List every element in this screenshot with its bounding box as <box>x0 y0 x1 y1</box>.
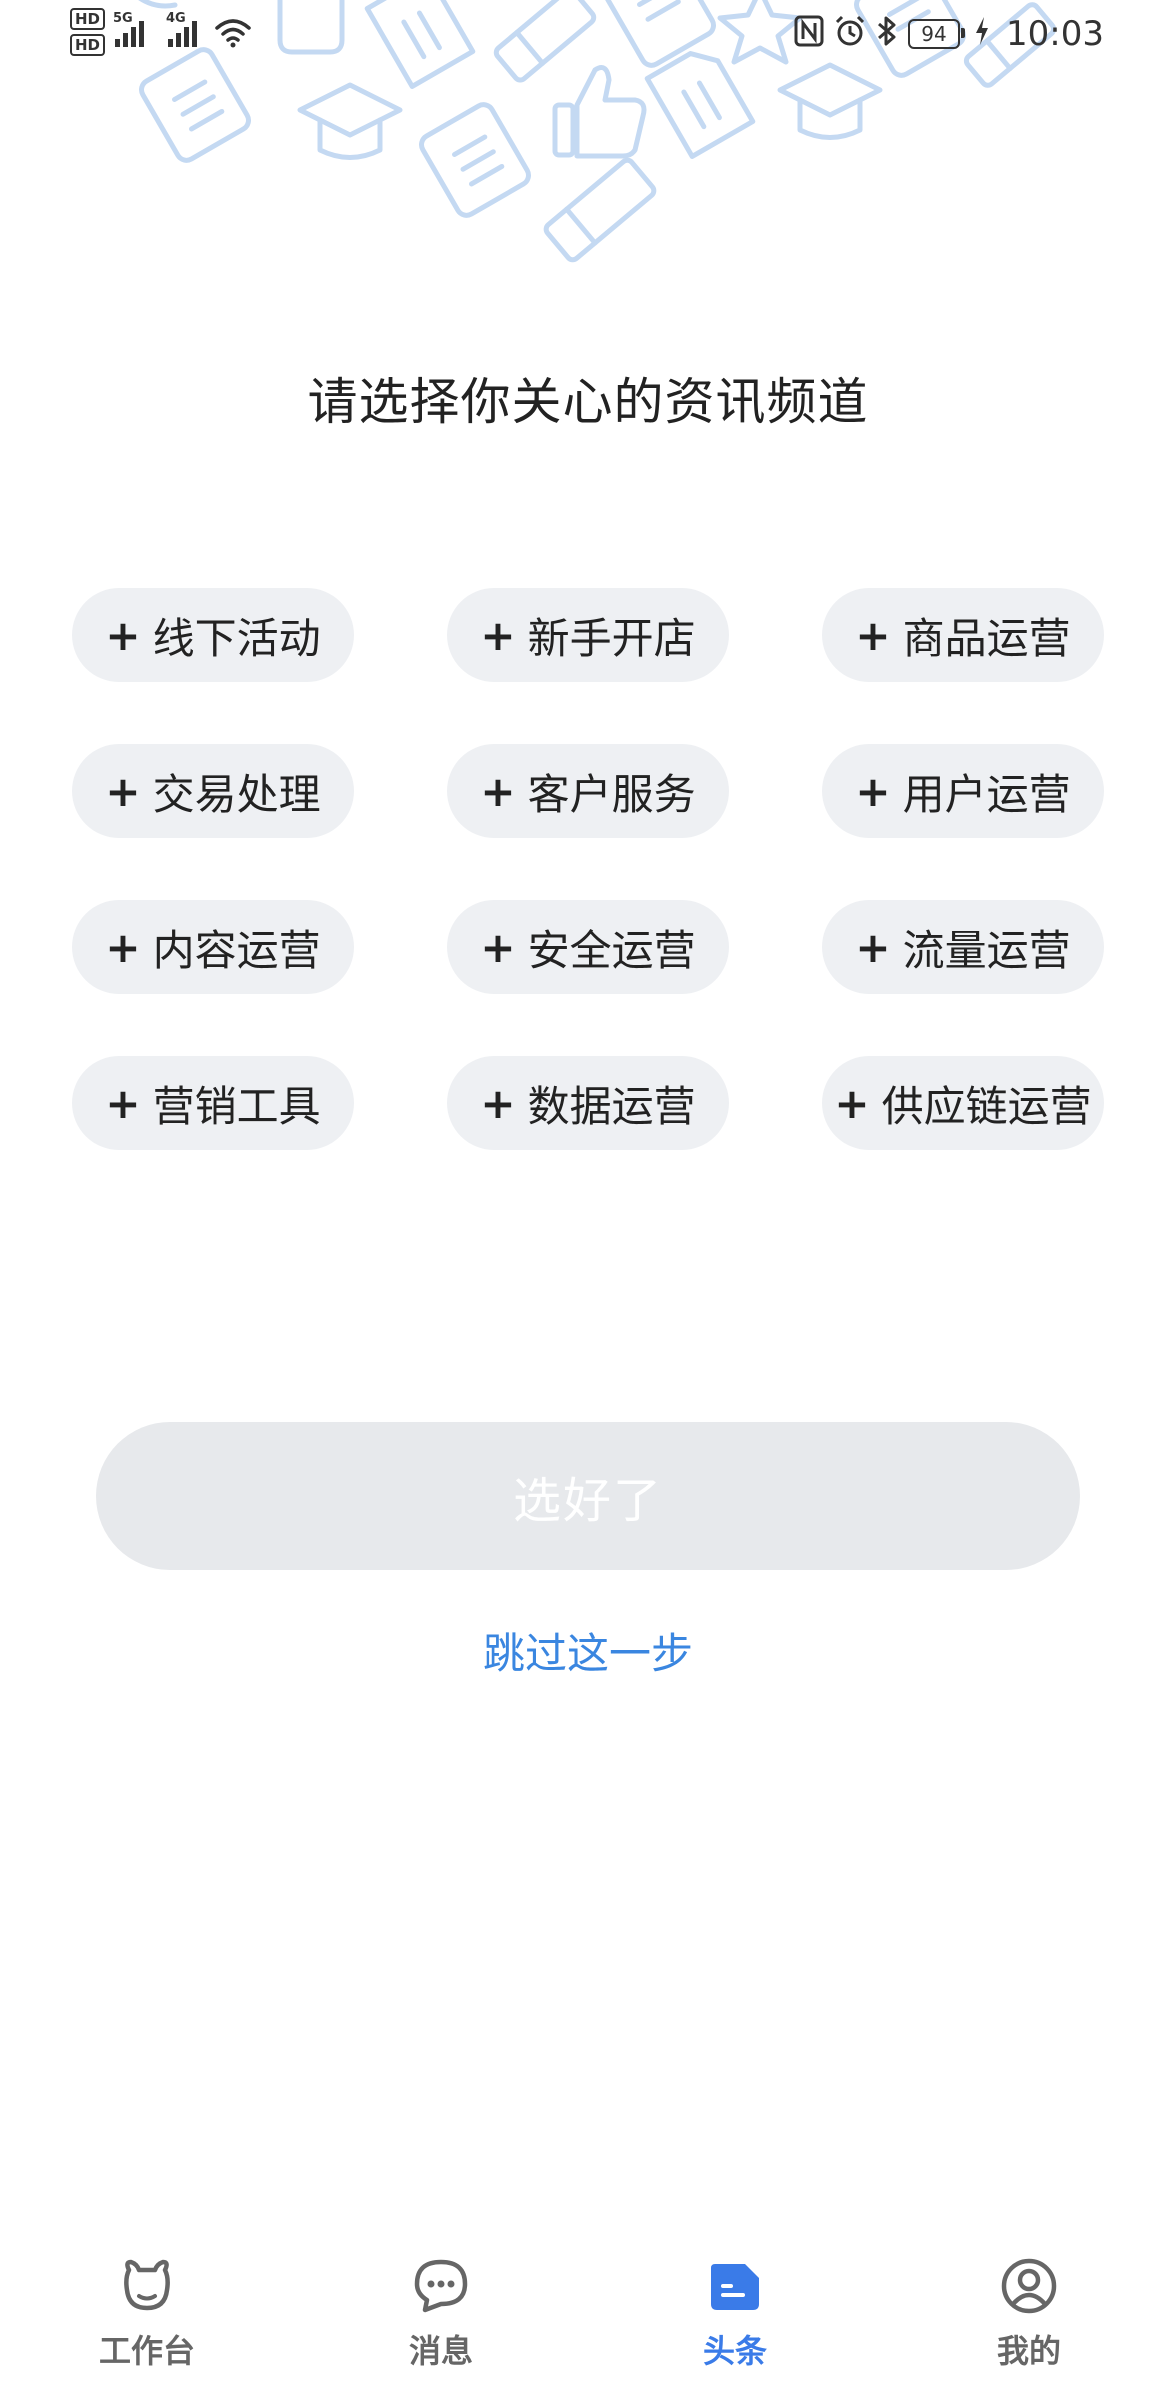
plus-icon: + <box>105 766 141 816</box>
user-circle-icon <box>1001 2258 1057 2314</box>
nav-item-workbench[interactable]: 工作台 <box>0 2230 294 2400</box>
battery-level: 94 <box>921 22 947 46</box>
nav-item-messages[interactable]: 消息 <box>294 2230 588 2400</box>
confirm-selection-button[interactable]: 选好了 <box>96 1422 1080 1570</box>
signal-bar <box>139 21 145 47</box>
chip-label: 内容运营 <box>152 925 321 975</box>
alarm-icon <box>834 15 866 53</box>
chip-label: 用户运营 <box>902 769 1071 819</box>
bluetooth-icon <box>876 15 898 53</box>
plus-icon: + <box>480 766 516 816</box>
signal-bar <box>176 33 182 47</box>
plus-icon: + <box>855 766 891 816</box>
battery-icon: 94 <box>908 19 966 49</box>
network-type-2: 4G <box>166 11 186 26</box>
channel-chip[interactable]: + 营销工具 <box>72 1056 354 1150</box>
nav-item-headlines[interactable]: 头条 <box>588 2230 882 2400</box>
signal-bar <box>168 39 174 47</box>
nav-label: 头条 <box>702 2332 767 2370</box>
chip-label: 供应链运营 <box>881 1081 1092 1131</box>
nav-label: 消息 <box>408 2332 473 2370</box>
plus-icon: + <box>480 610 516 660</box>
nfc-icon <box>794 15 824 53</box>
channel-chip[interactable]: + 流量运营 <box>822 900 1104 994</box>
signal-bar <box>184 27 190 47</box>
chip-label: 线下活动 <box>152 613 321 663</box>
signal-bar <box>131 27 137 47</box>
channel-chip[interactable]: + 安全运营 <box>447 900 729 994</box>
status-bar: HD HD 5G 4G 94 10:03 <box>0 0 1176 72</box>
chip-label: 流量运营 <box>902 925 1071 975</box>
chip-label: 新手开店 <box>527 613 696 663</box>
charging-icon <box>974 16 990 52</box>
bull-icon <box>124 2259 170 2311</box>
headline-icon <box>711 2264 759 2310</box>
channel-chip-grid: + 线下活动 + 新手开店 + 商品运营 + 交易处理 + 客户服务 + 用户运营 + 内容运… <box>72 588 1104 1150</box>
channel-chip[interactable]: + 交易处理 <box>72 744 354 838</box>
channel-chip[interactable]: + 数据运营 <box>447 1056 729 1150</box>
signal-bar <box>115 39 121 47</box>
channel-chip[interactable]: + 新手开店 <box>447 588 729 682</box>
plus-icon: + <box>834 1078 870 1128</box>
chip-label: 营销工具 <box>152 1081 321 1131</box>
channel-chip[interactable]: + 线下活动 <box>72 588 354 682</box>
plus-icon: + <box>855 922 891 972</box>
signal-4g-icon: 4G <box>166 11 198 47</box>
plus-icon: + <box>480 922 516 972</box>
plus-icon: + <box>855 610 891 660</box>
clock-time: 10:03 <box>1006 14 1104 54</box>
plus-icon: + <box>105 1078 141 1128</box>
page-title: 请选择你关心的资讯频道 <box>307 373 869 431</box>
signal-5g-icon: 5G <box>113 11 145 47</box>
nav-label: 我的 <box>996 2332 1061 2370</box>
channel-chip[interactable]: + 客户服务 <box>447 744 729 838</box>
chip-label: 安全运营 <box>527 925 696 975</box>
nav-label: 工作台 <box>98 2332 195 2370</box>
status-bar-left: HD HD 5G 4G <box>70 8 253 56</box>
plus-icon: + <box>105 922 141 972</box>
chip-label: 客户服务 <box>527 769 696 819</box>
chip-label: 商品运营 <box>902 613 1071 663</box>
channel-chip[interactable]: + 商品运营 <box>822 588 1104 682</box>
chip-label: 数据运营 <box>527 1081 696 1131</box>
hd-badge-2: HD <box>70 34 106 56</box>
signal-bar <box>123 33 129 47</box>
skip-step-link[interactable]: 跳过这一步 <box>0 1620 1176 1681</box>
status-bar-right: 94 10:03 <box>794 14 1104 54</box>
plus-icon: + <box>105 610 141 660</box>
hd-indicators: HD HD <box>70 8 106 56</box>
bottom-nav: 工作台 消息 头条 我的 <box>0 2230 1176 2400</box>
chat-bubble-icon <box>414 2259 468 2313</box>
network-type-1: 5G <box>113 11 133 26</box>
channel-chip[interactable]: + 用户运营 <box>822 744 1104 838</box>
signal-bar <box>192 21 198 47</box>
channel-chip[interactable]: + 供应链运营 <box>822 1056 1104 1150</box>
nav-item-me[interactable]: 我的 <box>882 2230 1176 2400</box>
wifi-icon <box>215 19 251 48</box>
plus-icon: + <box>480 1078 516 1128</box>
chip-label: 交易处理 <box>152 769 321 819</box>
hd-badge-1: HD <box>70 8 106 30</box>
channel-chip[interactable]: + 内容运营 <box>72 900 354 994</box>
